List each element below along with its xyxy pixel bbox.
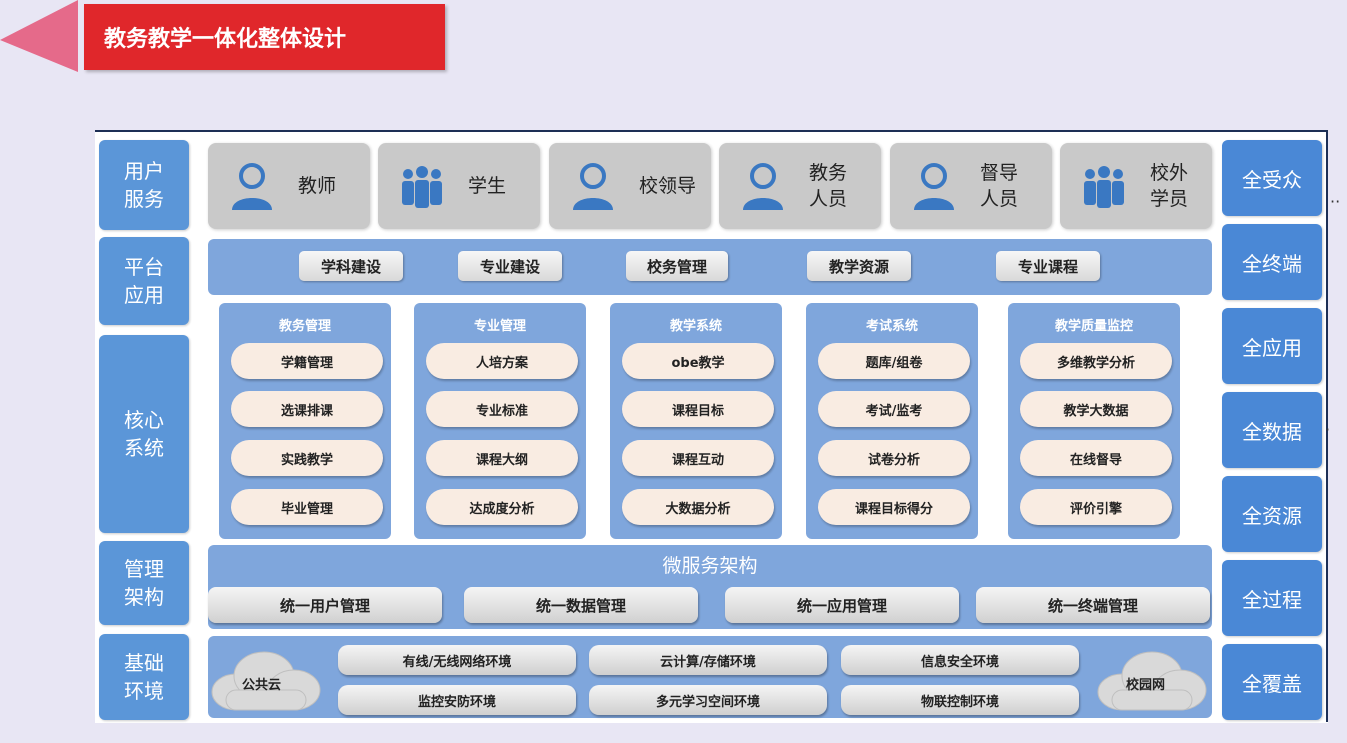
person-icon [573, 163, 613, 210]
user-label: 校领导 [639, 175, 697, 197]
user-card-external-student: 校外 学员 [1060, 143, 1212, 229]
core-item: 评价引擎 [1020, 489, 1172, 525]
corner-tab-shape [0, 0, 78, 72]
user-card-school-leader: 校领导 [549, 143, 711, 229]
cloud-label-public: 公共云 [242, 678, 282, 693]
user-label: 校外 学员 [1150, 162, 1189, 210]
microservice-title: 微服务架构 [662, 555, 758, 577]
core-item: 学籍管理 [231, 343, 383, 379]
feature-label-process: 全过程 [1222, 560, 1322, 636]
core-column-quality: 教学质量监控 多维教学分析 教学大数据 在线督导 评价引擎 [1008, 303, 1180, 539]
user-label: 教师 [298, 175, 337, 197]
user-card-supervisor: 督导 人员 [890, 143, 1052, 229]
column-title: 专业管理 [473, 319, 526, 334]
platform-app-discipline: 学科建设 [299, 251, 403, 281]
cloud-label-campus: 校园网 [1126, 678, 1166, 693]
column-title: 教务管理 [278, 319, 331, 334]
core-column-exam: 考试系统 题库/组卷 考试/监考 试卷分析 课程目标得分 [806, 303, 978, 539]
core-item: 教学大数据 [1020, 391, 1172, 427]
layer-label-management-arch: 管理 架构 [99, 541, 189, 625]
feature-label-terminal: 全终端 [1222, 224, 1322, 300]
core-item: 大数据分析 [622, 489, 774, 525]
core-item: 多维教学分析 [1020, 343, 1172, 379]
platform-app-school-affairs: 校务管理 [626, 251, 728, 281]
core-item: 人培方案 [426, 343, 578, 379]
core-item: 课程目标得分 [818, 489, 970, 525]
infra-item: 信息安全环境 [841, 645, 1079, 675]
column-title: 教学质量监控 [1054, 319, 1133, 334]
infra-item: 有线/无线网络环境 [338, 645, 576, 675]
infra-item: 多元学习空间环境 [589, 685, 827, 715]
feature-label-coverage: 全覆盖 [1222, 644, 1322, 720]
person-icon [914, 163, 954, 210]
core-item: 题库/组卷 [818, 343, 970, 379]
feature-label-audience: 全受众 [1222, 140, 1322, 216]
layer-label-infrastructure: 基础 环境 [99, 634, 189, 720]
user-label: 督导 人员 [980, 162, 1019, 210]
core-column-major: 专业管理 人培方案 专业标准 课程大纲 达成度分析 [414, 303, 586, 539]
person-icon [232, 163, 272, 210]
user-label: 教务 人员 [809, 162, 848, 210]
layer-label-platform-app: 平台 应用 [99, 237, 189, 325]
user-label: 学生 [468, 175, 507, 197]
platform-app-major: 专业建设 [458, 251, 562, 281]
core-item: 毕业管理 [231, 489, 383, 525]
core-item: 课程大纲 [426, 440, 578, 476]
feature-label-resource: 全资源 [1222, 476, 1322, 552]
frame-top-border [95, 130, 1328, 132]
core-column-teaching: 教学系统 obe教学 课程目标 课程互动 大数据分析 [610, 303, 782, 539]
group-icon [1084, 166, 1124, 208]
core-item: 专业标准 [426, 391, 578, 427]
layer-label-user-service: 用户 服务 [99, 140, 189, 230]
core-item: 试卷分析 [818, 440, 970, 476]
core-item: obe教学 [622, 343, 774, 379]
user-card-student: 学生 [378, 143, 540, 229]
microservice-item-terminal: 统一终端管理 [976, 587, 1210, 623]
core-item: 达成度分析 [426, 489, 578, 525]
infra-item: 物联控制环境 [841, 685, 1079, 715]
layer-label-core-system: 核心 系统 [99, 335, 189, 533]
group-icon [402, 166, 442, 208]
microservice-item-data: 统一数据管理 [464, 587, 698, 623]
platform-app-courses: 专业课程 [996, 251, 1100, 281]
infra-item: 监控安防环境 [338, 685, 576, 715]
core-item: 选课排课 [231, 391, 383, 427]
decorative-dots: ·· [1330, 192, 1341, 211]
core-item: 考试/监考 [818, 391, 970, 427]
person-icon [743, 163, 783, 210]
page-title: 教务教学一体化整体设计 [84, 4, 445, 70]
core-column-academic: 教务管理 学籍管理 选课排课 实践教学 毕业管理 [219, 303, 391, 539]
user-card-teacher: 教师 [208, 143, 370, 229]
platform-app-resources: 教学资源 [807, 251, 911, 281]
core-item: 实践教学 [231, 440, 383, 476]
core-item: 在线督导 [1020, 440, 1172, 476]
user-card-academic-staff: 教务 人员 [719, 143, 881, 229]
microservice-item-app: 统一应用管理 [725, 587, 959, 623]
feature-label-application: 全应用 [1222, 308, 1322, 384]
decorative-dot: · [1325, 420, 1331, 439]
core-item: 课程互动 [622, 440, 774, 476]
feature-label-data: 全数据 [1222, 392, 1322, 468]
infra-item: 云计算/存储环境 [589, 645, 827, 675]
column-title: 考试系统 [865, 319, 918, 334]
column-title: 教学系统 [669, 319, 722, 334]
microservice-item-user: 统一用户管理 [208, 587, 442, 623]
core-item: 课程目标 [622, 391, 774, 427]
